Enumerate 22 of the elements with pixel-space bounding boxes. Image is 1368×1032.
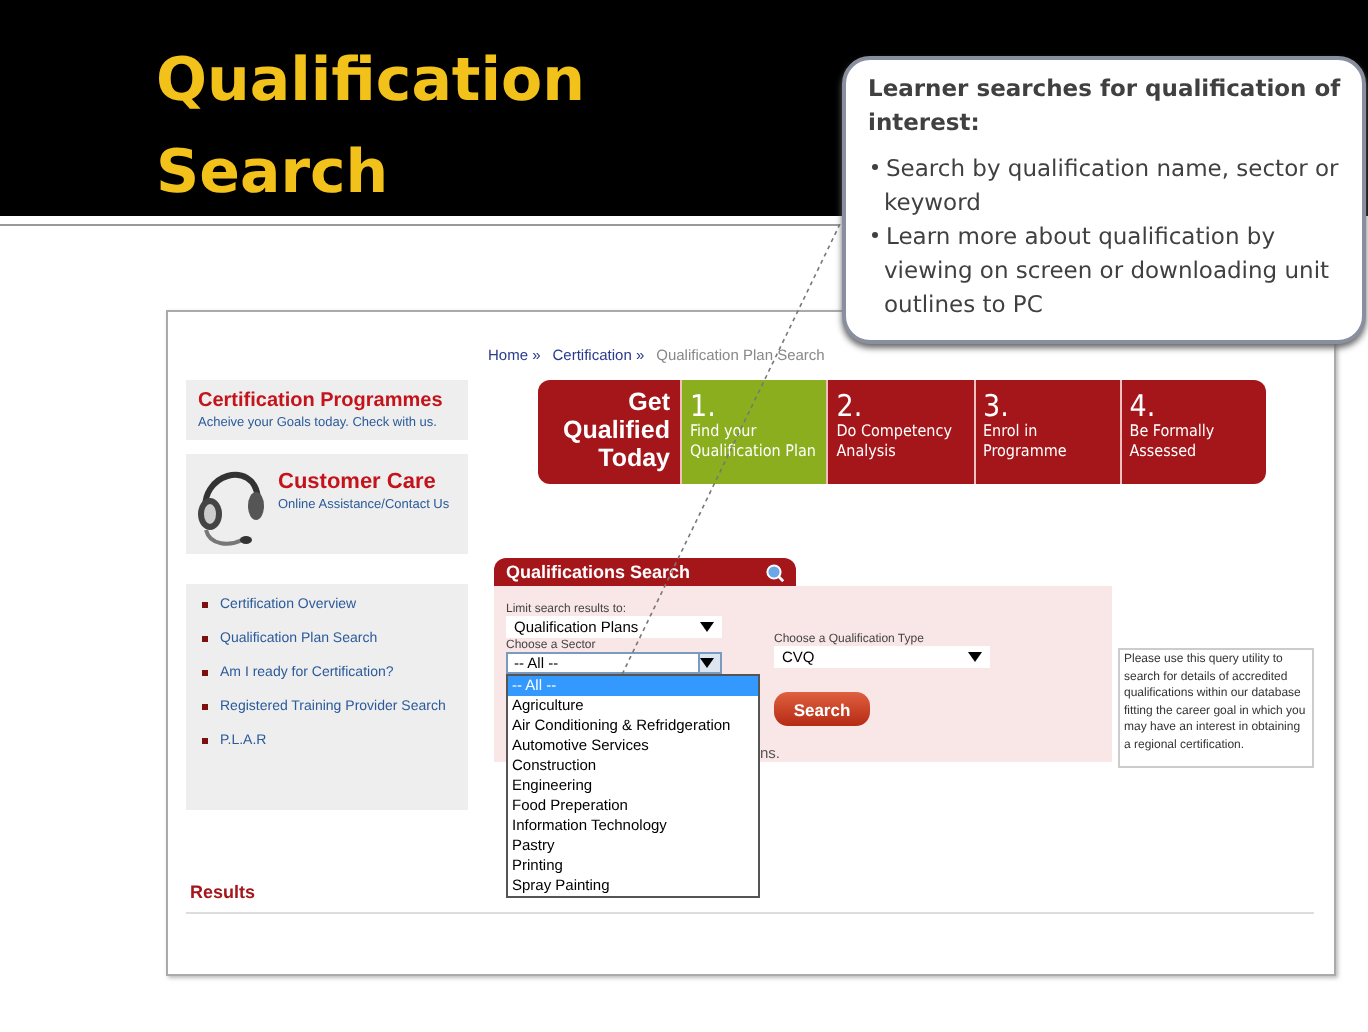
bullet-icon — [202, 738, 208, 744]
promo-title: Certification Programmes — [198, 390, 445, 412]
callout-bullet: Learn more about qualification by viewing on screen or downloading unit outlines to PC — [868, 220, 1346, 322]
step-tab[interactable]: 2. Do Competency Analysis — [828, 380, 975, 484]
bullet-icon — [202, 636, 208, 642]
customer-care-title: Customer Care — [278, 470, 438, 494]
slide-title: Qualification Search — [156, 44, 588, 212]
bullet-icon — [202, 704, 208, 710]
search-icon — [766, 563, 784, 581]
bullet-icon — [202, 602, 208, 608]
panel-title: Qualifications Search — [506, 562, 691, 582]
caret-icon — [700, 658, 714, 668]
results-heading: Results — [188, 882, 256, 902]
callout-bullet: Search by qualification name, sector or keyword — [868, 152, 1346, 220]
step-tab[interactable]: 4. Be Formally Assessed — [1121, 380, 1266, 484]
banner-intro: Get Qualified Today — [538, 380, 682, 484]
caret-icon — [968, 652, 982, 662]
step-tab[interactable]: 3. Enrol in Programme — [975, 380, 1122, 484]
search-button[interactable]: Search — [774, 692, 870, 726]
caret-icon — [700, 622, 714, 632]
callout-heading: Learner searches for qualification of interest: — [868, 72, 1343, 140]
bullet-icon — [202, 670, 208, 676]
